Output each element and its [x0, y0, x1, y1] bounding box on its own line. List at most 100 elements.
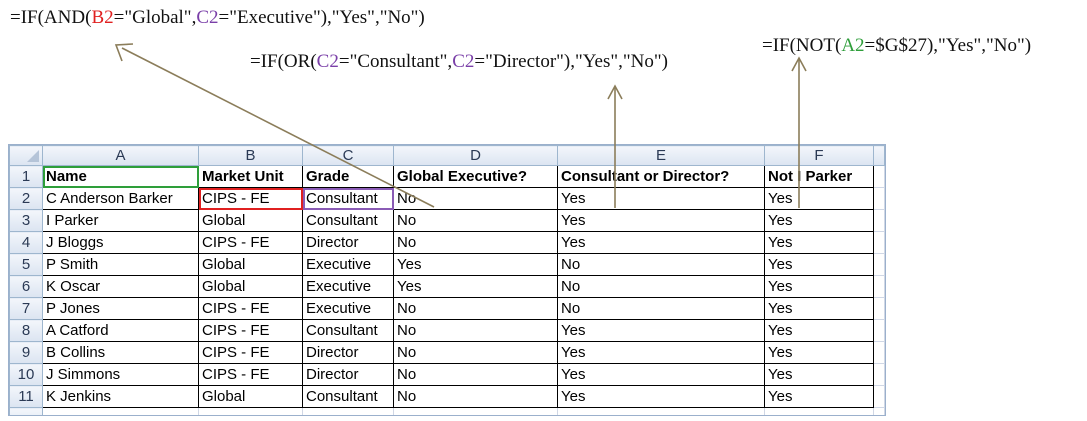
spreadsheet-grid[interactable]: A B C D E F 1 Name Market Unit Grade Glo…	[8, 144, 886, 416]
cell-g8[interactable]	[873, 319, 885, 342]
cell-a10[interactable]: J Simmons	[42, 363, 199, 386]
cell-b1-market-unit-header[interactable]: Market Unit	[198, 165, 303, 188]
cell-d4[interactable]: No	[393, 231, 558, 254]
cell-c10[interactable]: Director	[302, 363, 394, 386]
cell-c1-grade-header[interactable]: Grade	[302, 165, 394, 188]
column-header-f[interactable]: F	[764, 145, 874, 166]
cell-f5[interactable]: Yes	[764, 253, 874, 276]
row-header[interactable]: 3	[9, 209, 43, 232]
cell-f9[interactable]: Yes	[764, 341, 874, 364]
cell-d3[interactable]: No	[393, 209, 558, 232]
empty-cell[interactable]	[198, 407, 303, 415]
cell-a6[interactable]: K Oscar	[42, 275, 199, 298]
cell-b5[interactable]: Global	[198, 253, 303, 276]
cell-g10[interactable]	[873, 363, 885, 386]
cell-a2[interactable]: C Anderson Barker	[42, 187, 199, 210]
cell-c8[interactable]: Consultant	[302, 319, 394, 342]
cell-d8[interactable]: No	[393, 319, 558, 342]
cell-c3[interactable]: Consultant	[302, 209, 394, 232]
cell-a11[interactable]: K Jenkins	[42, 385, 199, 408]
cell-d7[interactable]: No	[393, 297, 558, 320]
column-header-g-partial[interactable]	[873, 145, 885, 166]
empty-cell[interactable]	[393, 407, 558, 415]
cell-b4[interactable]: CIPS - FE	[198, 231, 303, 254]
row-header[interactable]: 5	[9, 253, 43, 276]
cell-f7[interactable]: Yes	[764, 297, 874, 320]
cell-f6[interactable]: Yes	[764, 275, 874, 298]
cell-b2[interactable]: CIPS - FE	[198, 187, 303, 210]
cell-g2[interactable]	[873, 187, 885, 210]
cell-d9[interactable]: No	[393, 341, 558, 364]
cell-c6[interactable]: Executive	[302, 275, 394, 298]
cell-a9[interactable]: B Collins	[42, 341, 199, 364]
cell-f3[interactable]: Yes	[764, 209, 874, 232]
column-header-d[interactable]: D	[393, 145, 558, 166]
cell-e1-consultant-director-header[interactable]: Consultant or Director?	[557, 165, 765, 188]
empty-cell[interactable]	[42, 407, 199, 415]
row-header[interactable]: 7	[9, 297, 43, 320]
cell-e7[interactable]: No	[557, 297, 765, 320]
column-header-c[interactable]: C	[302, 145, 394, 166]
row-header[interactable]: 2	[9, 187, 43, 210]
cell-d6[interactable]: Yes	[393, 275, 558, 298]
cell-d2[interactable]: No	[393, 187, 558, 210]
cell-g3[interactable]	[873, 209, 885, 232]
cell-c5[interactable]: Executive	[302, 253, 394, 276]
cell-g1[interactable]	[873, 165, 885, 188]
cell-f10[interactable]: Yes	[764, 363, 874, 386]
cell-a3[interactable]: I Parker	[42, 209, 199, 232]
cell-b8[interactable]: CIPS - FE	[198, 319, 303, 342]
cell-b7[interactable]: CIPS - FE	[198, 297, 303, 320]
cell-g5[interactable]	[873, 253, 885, 276]
cell-d1-global-executive-header[interactable]: Global Executive?	[393, 165, 558, 188]
cell-f1-not-parker-header[interactable]: Not I Parker	[764, 165, 874, 188]
cell-b10[interactable]: CIPS - FE	[198, 363, 303, 386]
column-header-b[interactable]: B	[198, 145, 303, 166]
cell-b3[interactable]: Global	[198, 209, 303, 232]
empty-cell[interactable]	[873, 407, 885, 415]
row-header[interactable]: 10	[9, 363, 43, 386]
cell-e8[interactable]: Yes	[557, 319, 765, 342]
cell-f2[interactable]: Yes	[764, 187, 874, 210]
cell-g9[interactable]	[873, 341, 885, 364]
column-header-a[interactable]: A	[42, 145, 199, 166]
cell-b6[interactable]: Global	[198, 275, 303, 298]
empty-cell[interactable]	[302, 407, 394, 415]
row-header[interactable]: 9	[9, 341, 43, 364]
cell-c7[interactable]: Executive	[302, 297, 394, 320]
cell-e5[interactable]: No	[557, 253, 765, 276]
row-header[interactable]: 8	[9, 319, 43, 342]
cell-g7[interactable]	[873, 297, 885, 320]
cell-g6[interactable]	[873, 275, 885, 298]
select-all-corner[interactable]	[9, 145, 43, 166]
cell-g4[interactable]	[873, 231, 885, 254]
cell-a7[interactable]: P Jones	[42, 297, 199, 320]
cell-f4[interactable]: Yes	[764, 231, 874, 254]
cell-e9[interactable]: Yes	[557, 341, 765, 364]
row-header[interactable]: 11	[9, 385, 43, 408]
cell-e2[interactable]: Yes	[557, 187, 765, 210]
empty-cell[interactable]	[557, 407, 765, 415]
cell-e6[interactable]: No	[557, 275, 765, 298]
cell-c9[interactable]: Director	[302, 341, 394, 364]
cell-e11[interactable]: Yes	[557, 385, 765, 408]
cell-a1-name-header[interactable]: Name	[42, 165, 199, 188]
cell-a8[interactable]: A Catford	[42, 319, 199, 342]
cell-a4[interactable]: J Bloggs	[42, 231, 199, 254]
cell-d11[interactable]: No	[393, 385, 558, 408]
cell-b9[interactable]: CIPS - FE	[198, 341, 303, 364]
cell-d10[interactable]: No	[393, 363, 558, 386]
empty-cell[interactable]	[764, 407, 874, 415]
row-header[interactable]: 4	[9, 231, 43, 254]
cell-d5[interactable]: Yes	[393, 253, 558, 276]
cell-c4[interactable]: Director	[302, 231, 394, 254]
cell-b11[interactable]: Global	[198, 385, 303, 408]
cell-g11[interactable]	[873, 385, 885, 408]
cell-a5[interactable]: P Smith	[42, 253, 199, 276]
cell-e4[interactable]: Yes	[557, 231, 765, 254]
cell-e10[interactable]: Yes	[557, 363, 765, 386]
row-header[interactable]: 6	[9, 275, 43, 298]
column-header-e[interactable]: E	[557, 145, 765, 166]
cell-f11[interactable]: Yes	[764, 385, 874, 408]
row-header-partial[interactable]	[9, 407, 43, 415]
